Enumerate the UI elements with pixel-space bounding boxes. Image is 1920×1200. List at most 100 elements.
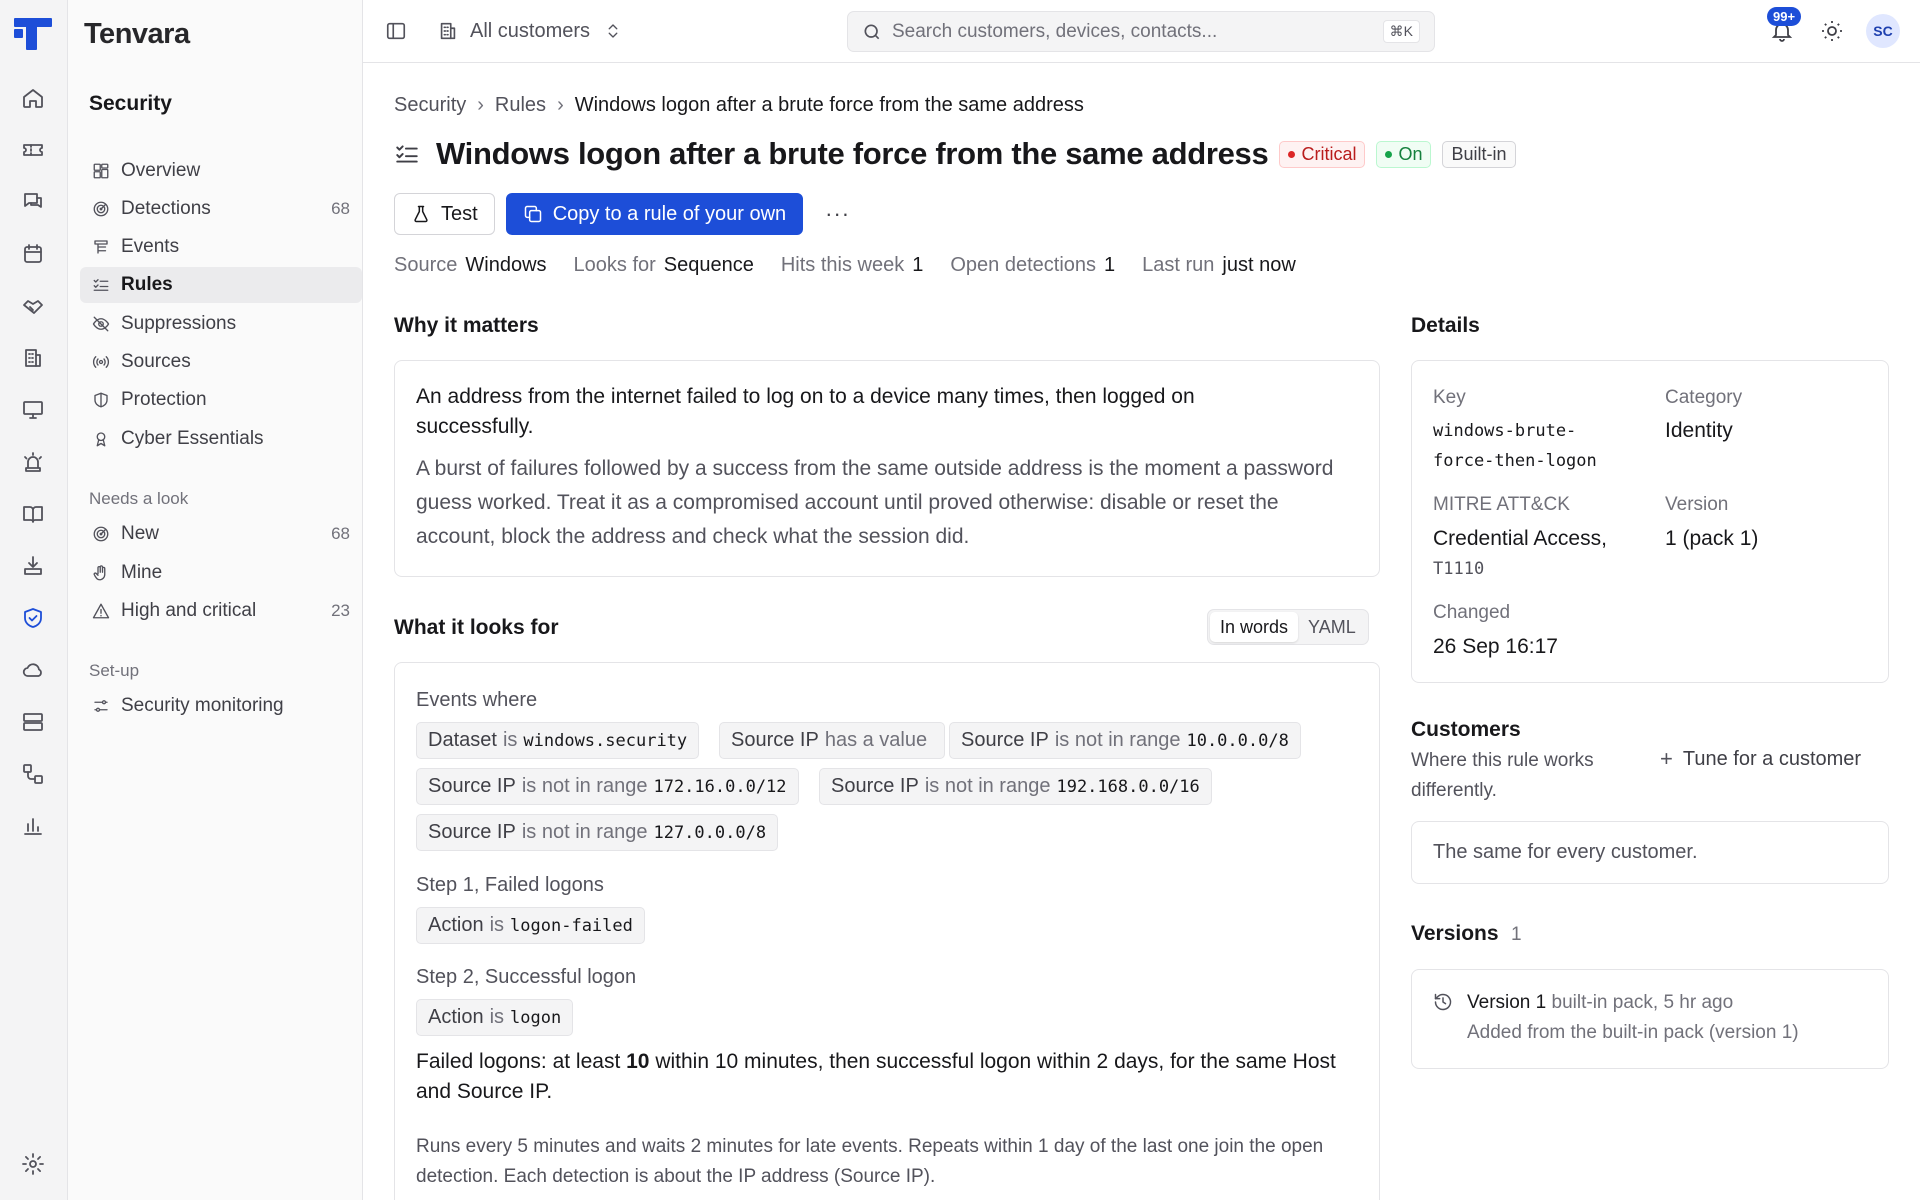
condition-field: Source IP — [428, 821, 516, 843]
building-icon — [440, 22, 456, 40]
tune-for-customer-button[interactable]: + Tune for a customer — [1660, 746, 1861, 772]
breadcrumb: Security › Rules › Windows logon after a… — [394, 94, 1084, 117]
condition-value: 192.168.0.0/16 — [1056, 776, 1200, 797]
sidebar-item-label: Detections — [121, 198, 211, 219]
breadcrumb-rules[interactable]: Rules — [495, 94, 546, 117]
customer-scope-label: All customers — [470, 19, 591, 42]
condition-value: logon — [510, 1007, 562, 1028]
sidebar-item-label: Mine — [121, 562, 163, 583]
ticket-icon[interactable] — [19, 136, 47, 164]
sidebar-item-overview[interactable]: Overview — [80, 153, 362, 189]
detections-count: 68 — [331, 199, 350, 218]
sidebar-item-high-critical[interactable]: High and critical 23 — [80, 593, 362, 629]
condition-field: Source IP — [831, 775, 919, 797]
sidebar-item-events[interactable]: Events — [80, 229, 362, 265]
condition-chip: Dataset is windows.security — [416, 722, 700, 759]
download-tray-icon[interactable] — [19, 552, 47, 580]
radar-icon — [90, 198, 112, 220]
sidebar-item-new[interactable]: New 68 — [80, 516, 362, 552]
mitre-technique-id[interactable]: T1110 — [1433, 554, 1484, 584]
sliders-icon — [90, 695, 112, 717]
chat-icon[interactable] — [19, 188, 47, 216]
condition-field: Action — [428, 914, 484, 936]
server-icon[interactable] — [19, 708, 47, 736]
meta-looks-for: Looks for Sequence — [574, 254, 754, 277]
search-shortcut-hint: ⌘K — [1382, 20, 1420, 43]
global-search[interactable]: ⌘K — [847, 11, 1435, 52]
user-avatar[interactable]: SC — [1866, 14, 1900, 48]
setup-group-label: Set-up — [89, 661, 140, 680]
notifications-badge: 99+ — [1767, 7, 1802, 26]
top-bar: All customers ⌘K 99+ SC — [363, 0, 1920, 63]
category-label: Category — [1665, 387, 1743, 408]
toggle-yaml[interactable]: YAML — [1298, 612, 1366, 642]
building-icon[interactable] — [19, 344, 47, 372]
condition-op: is — [489, 1006, 505, 1028]
handshake-icon[interactable] — [19, 292, 47, 320]
breadcrumb-current: Windows logon after a brute force from t… — [574, 94, 1084, 116]
view-toggle: In words YAML — [1207, 609, 1369, 645]
sidebar-item-security-monitoring[interactable]: Security monitoring — [80, 688, 362, 724]
meta-source: Source Windows — [394, 254, 547, 277]
meta-value: 1 — [1104, 254, 1116, 276]
why-card: An address from the internet failed to l… — [394, 360, 1380, 577]
meta-key: Open detections — [950, 254, 1097, 276]
condition-chip: Action is logon-failed — [416, 907, 645, 944]
more-actions-icon[interactable]: ··· — [825, 201, 850, 227]
test-button[interactable]: Test — [394, 193, 495, 235]
bar-chart-icon[interactable] — [19, 812, 47, 840]
tenvara-logo-icon[interactable] — [14, 16, 52, 52]
award-icon — [90, 428, 112, 450]
breadcrumb-security[interactable]: Security — [394, 94, 466, 117]
sidebar-item-detections[interactable]: Detections 68 — [80, 191, 362, 227]
sidebar-section-title: Security — [89, 92, 172, 115]
sidebar-item-suppressions[interactable]: Suppressions — [80, 306, 362, 342]
toggle-in-words[interactable]: In words — [1210, 612, 1299, 642]
condition-field: Action — [428, 1006, 484, 1028]
theme-toggle-sun-icon[interactable] — [1820, 19, 1844, 43]
brand-name: Tenvara — [84, 18, 190, 50]
sidebar-item-mine[interactable]: Mine — [80, 555, 362, 591]
condition-chip: Source IP is not in range 192.168.0.0/16 — [819, 768, 1212, 805]
calendar-icon[interactable] — [19, 240, 47, 268]
version-item[interactable]: Version 1 built-in pack, 5 hr ago — [1467, 992, 1733, 1014]
condition-op: is not in range — [521, 821, 648, 843]
sidebar-item-cyber-essentials[interactable]: Cyber Essentials — [80, 421, 362, 457]
section-sidebar: Tenvara Security Overview Detections 68 … — [68, 0, 363, 1200]
home-icon[interactable] — [19, 84, 47, 112]
cloud-icon[interactable] — [19, 656, 47, 684]
key-value-line2: force-then-logon — [1433, 451, 1597, 471]
customer-scope-select[interactable]: All customers — [437, 15, 622, 47]
condition-op: is not in range — [924, 775, 1051, 797]
monitor-icon[interactable] — [19, 396, 47, 424]
origin-badge: Built-in — [1442, 140, 1516, 168]
step2-label: Step 2, Successful logon — [416, 966, 637, 988]
sidebar-item-sources[interactable]: Sources — [80, 344, 362, 380]
flask-icon — [414, 205, 428, 223]
condition-value: 172.16.0.0/12 — [653, 776, 787, 797]
book-icon[interactable] — [19, 500, 47, 528]
condition-value: 127.0.0.0/8 — [653, 822, 767, 843]
copy-rule-button[interactable]: Copy to a rule of your own — [505, 193, 804, 235]
toggle-sidebar-icon[interactable] — [385, 20, 407, 42]
looks-for-heading: What it looks for — [394, 616, 559, 639]
condition-op: is — [489, 914, 505, 936]
shield-check-icon[interactable] — [19, 604, 47, 632]
status-dot — [1288, 150, 1296, 158]
eye-off-icon — [90, 313, 112, 335]
mitre-tactic[interactable]: Credential Access, — [1433, 524, 1607, 554]
sidebar-item-rules[interactable]: Rules — [80, 267, 362, 303]
condition-value: 10.0.0.0/8 — [1186, 730, 1289, 751]
siren-icon[interactable] — [19, 448, 47, 476]
sidebar-item-protection[interactable]: Protection — [80, 382, 362, 418]
chevron-up-down-icon — [608, 24, 618, 38]
workflow-icon[interactable] — [19, 760, 47, 788]
rule-meta: Source Windows Looks for Sequence Hits thi… — [394, 254, 1323, 277]
version-description: Added from the built-in pack (version 1) — [1467, 1022, 1799, 1043]
sidebar-item-label: Rules — [121, 274, 173, 295]
settings-gear-icon[interactable] — [19, 1150, 47, 1178]
layout-grid-icon — [90, 160, 112, 182]
meta-value: Sequence — [663, 254, 754, 276]
search-input[interactable] — [892, 20, 1372, 43]
warning-icon — [90, 600, 112, 622]
